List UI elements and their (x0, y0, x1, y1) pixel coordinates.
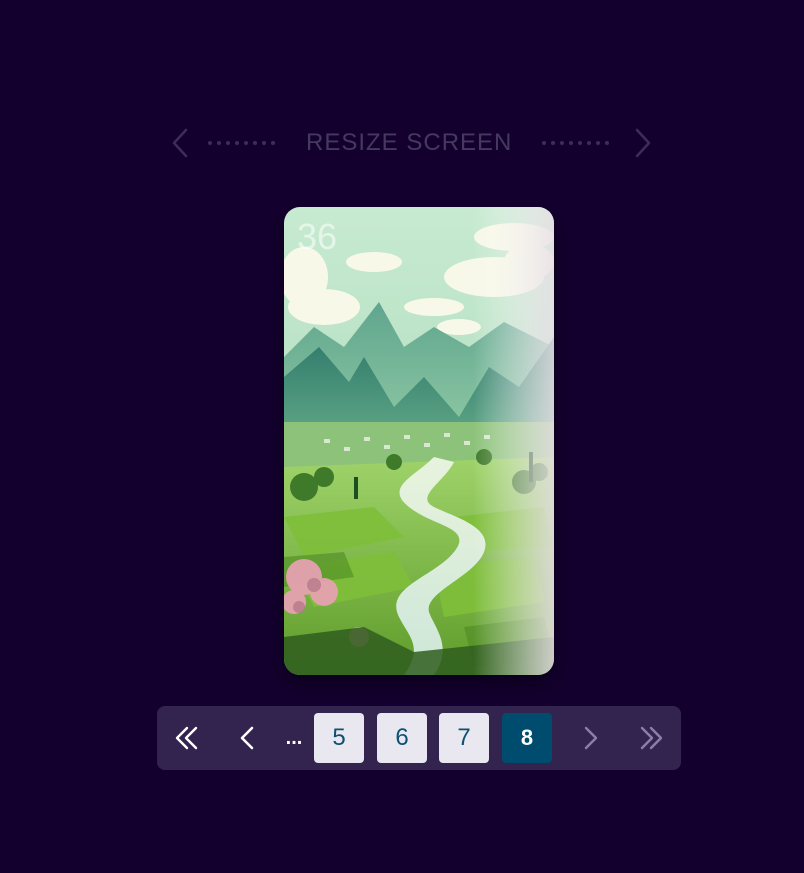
image-card[interactable]: 36 (284, 207, 554, 675)
chevron-left-icon (172, 128, 188, 158)
next-page-button[interactable] (565, 713, 615, 763)
dots-left (208, 141, 275, 145)
pagination: ... 5 6 7 8 (157, 706, 681, 770)
resize-bar: RESIZE SCREEN (168, 122, 668, 164)
first-page-button[interactable] (162, 713, 212, 763)
chevron-left-icon (240, 726, 254, 750)
double-chevron-right-icon (640, 726, 663, 750)
pagination-ellipsis: ... (285, 726, 303, 749)
page-5-button[interactable]: 5 (314, 713, 364, 763)
resize-prev-button[interactable] (168, 125, 192, 161)
resize-next-button[interactable] (631, 125, 655, 161)
landscape-illustration-icon (284, 207, 554, 675)
prev-page-button[interactable] (223, 713, 273, 763)
chevron-right-icon (636, 128, 651, 158)
chevron-right-icon (584, 726, 598, 750)
page-8-button[interactable]: 8 (502, 713, 552, 763)
dots-right (542, 141, 610, 145)
resize-screen-label[interactable]: RESIZE SCREEN (306, 129, 512, 157)
double-chevron-left-icon (175, 726, 198, 750)
page-7-button[interactable]: 7 (439, 713, 489, 763)
page-6-button[interactable]: 6 (377, 713, 427, 763)
card-number: 36 (297, 216, 338, 257)
app-stage: RESIZE SCREEN 36 ... 5 6 7 8 (0, 0, 804, 873)
last-page-button[interactable] (626, 713, 676, 763)
